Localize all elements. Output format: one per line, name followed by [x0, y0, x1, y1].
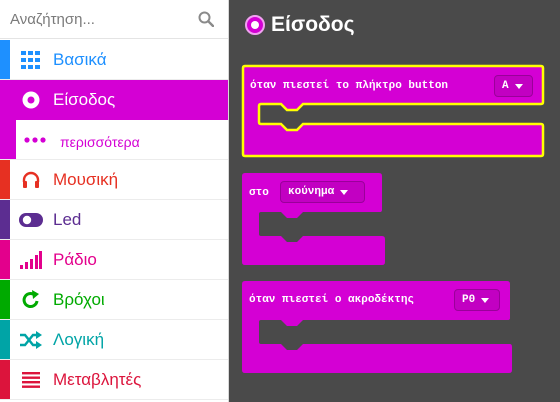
blocks-flyout: Είσοδος όταν πιεστεί το πλήκτρο button A…	[229, 0, 560, 402]
dropdown-value: P0	[462, 294, 476, 306]
category-led[interactable]: Led	[0, 200, 228, 240]
chevron-down-icon	[481, 297, 490, 303]
on-pin-pressed-block[interactable]: όταν πιεστεί ο ακροδέκτης P0	[241, 280, 513, 374]
category-color-bar	[0, 360, 10, 399]
category-color-bar	[0, 40, 10, 79]
category-variables[interactable]: Μεταβλητές	[0, 360, 228, 400]
on-gesture-block[interactable]: στο κούνημα	[241, 172, 387, 266]
category-label: Λογική	[53, 330, 105, 349]
category-radio[interactable]: Ράδιο	[0, 240, 228, 280]
category-label: Βρόχοι	[53, 290, 105, 309]
category-label: Led	[53, 210, 82, 229]
lines-icon	[18, 370, 44, 390]
chevron-down-icon	[514, 83, 523, 89]
search-bar	[0, 0, 228, 39]
category-label: Είσοδος	[53, 90, 116, 109]
category-label: Μουσική	[53, 170, 119, 189]
block-label: στο	[249, 187, 269, 199]
category-input[interactable]: Είσοδος	[0, 80, 228, 120]
search-input[interactable]	[0, 0, 228, 39]
category-music[interactable]: Μουσική	[0, 160, 228, 200]
block-label: όταν πιεστεί το πλήκτρο button	[250, 80, 449, 92]
dropdown-value: κούνημα	[288, 186, 335, 198]
input-circle-icon	[18, 90, 44, 110]
category-input-more[interactable]: περισσότερα	[0, 120, 228, 160]
flyout-heading: Είσοδος	[245, 13, 355, 37]
category-color-bar	[0, 160, 10, 199]
category-loops[interactable]: Βρόχοι	[0, 280, 228, 320]
input-circle-icon	[245, 15, 265, 35]
category-color-bar	[0, 120, 16, 159]
grid-icon	[18, 50, 44, 70]
category-color-bar	[0, 200, 10, 239]
gesture-dropdown[interactable]: κούνημα	[280, 181, 365, 203]
category-label: περισσότερα	[60, 134, 140, 150]
category-color-bar	[0, 320, 10, 359]
on-button-pressed-block[interactable]: όταν πιεστεί το πλήκτρο button A	[241, 64, 545, 160]
signal-bars-icon	[18, 250, 44, 270]
search-icon[interactable]	[198, 11, 214, 27]
block-label: όταν πιεστεί ο ακροδέκτης	[249, 294, 415, 306]
shuffle-icon	[18, 330, 44, 350]
category-label: Βασικά	[53, 50, 107, 69]
category-color-bar	[0, 280, 10, 319]
category-color-bar	[0, 240, 10, 279]
button-dropdown[interactable]: A	[494, 75, 533, 97]
category-logic[interactable]: Λογική	[0, 320, 228, 360]
category-basic[interactable]: Βασικά	[0, 40, 228, 80]
flyout-title: Είσοδος	[271, 13, 355, 36]
category-label: Μεταβλητές	[53, 370, 142, 389]
loop-arrow-icon	[18, 290, 44, 310]
dropdown-value: A	[502, 80, 509, 92]
category-label: Ράδιο	[53, 250, 97, 269]
toggle-icon	[18, 210, 44, 230]
more-dots-icon	[22, 130, 48, 150]
headphones-icon	[18, 170, 44, 190]
pin-dropdown[interactable]: P0	[454, 289, 500, 311]
toolbox-sidebar: Βασικά Είσοδος περισσότερα	[0, 0, 229, 402]
chevron-down-icon	[340, 189, 349, 195]
